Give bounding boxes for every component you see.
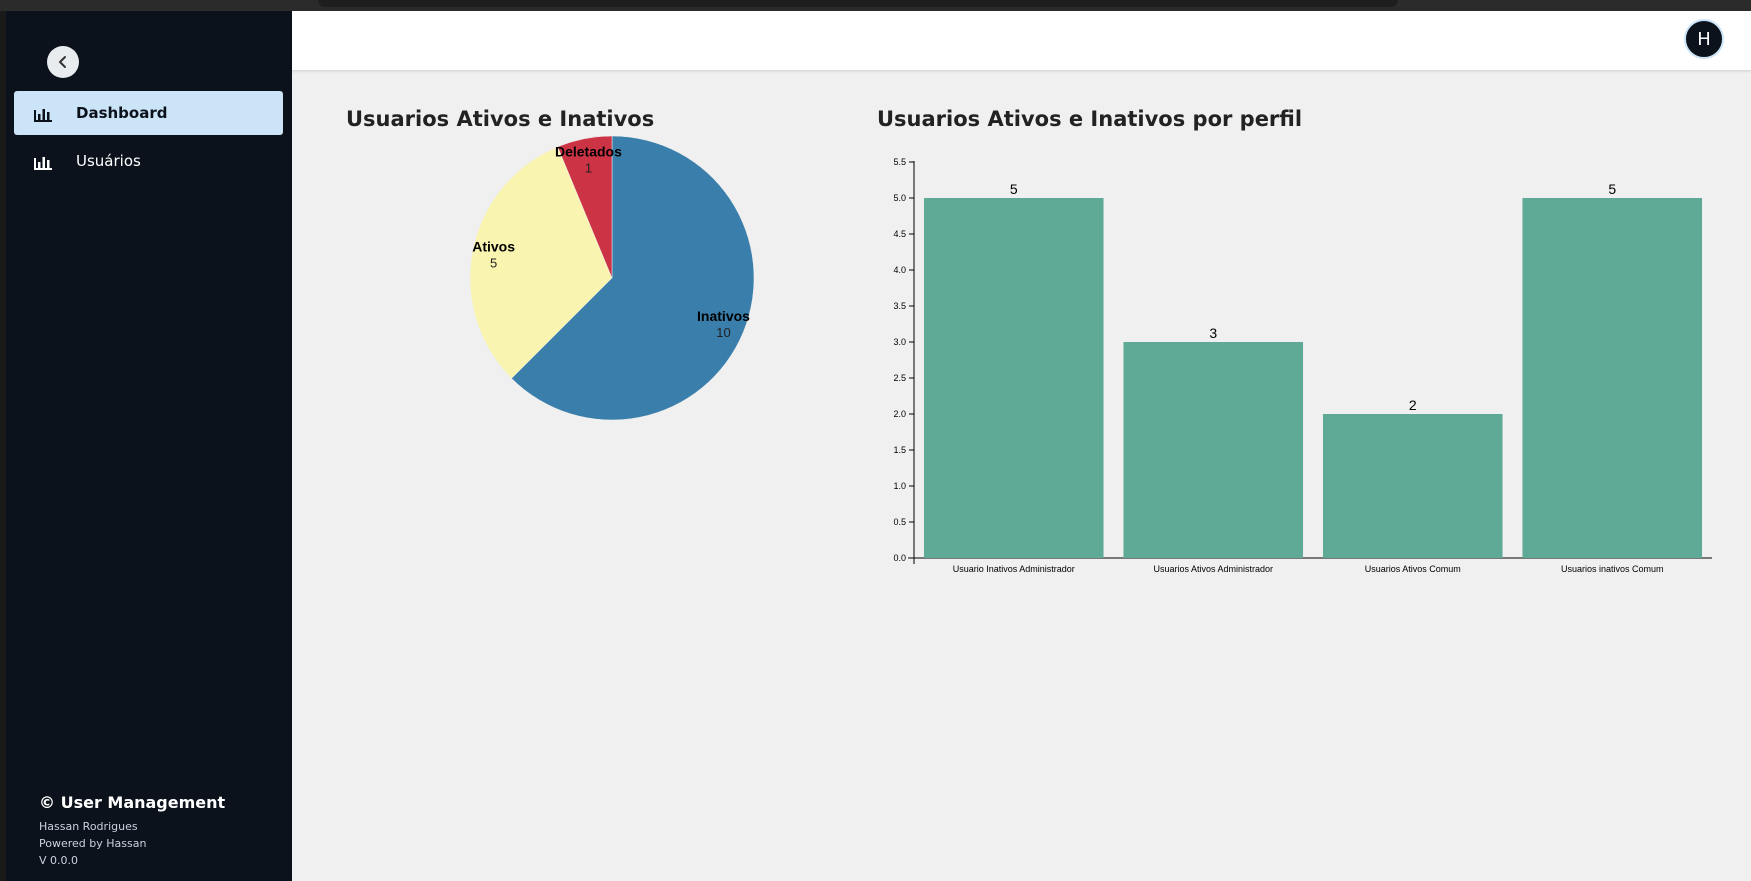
x-tick-label: Usuarios Ativos Comum [1365,564,1461,574]
collapse-sidebar-button[interactable] [47,46,79,78]
sidebar-footer: © User Management Hassan Rodrigues Power… [39,793,225,869]
user-avatar[interactable]: H [1684,19,1724,59]
footer-brand: © User Management [39,793,226,812]
footer-author: Hassan Rodrigues [39,820,138,833]
x-tick-label: Usuarios inativos Comum [1561,564,1664,574]
pie-label-inativos: Inativos [697,308,750,324]
y-tick-label: 3.5 [893,301,906,311]
footer-version: V 0.0.0 [39,854,79,867]
bar[interactable] [1322,414,1503,558]
y-tick-label: 1.0 [893,481,906,491]
bar[interactable] [1522,198,1703,558]
y-tick-label: 3.0 [893,337,906,347]
chevron-left-icon [59,56,66,68]
pie-chart-title: Usuarios Ativos e Inativos [346,107,655,131]
footer-powered: Powered by Hassan [39,837,147,850]
sidebar-item-label: Dashboard [76,104,168,122]
y-tick-label: 4.0 [893,265,906,275]
y-tick-label: 0.5 [893,517,906,527]
x-tick-label: Usuarios Ativos Administrador [1153,564,1273,574]
y-tick-label: 1.5 [893,445,906,455]
pie-value-inativos: 10 [716,325,730,340]
y-tick-label: 5.5 [893,157,906,167]
y-tick-label: 5.0 [893,193,906,203]
pie-label-ativos: Ativos [472,238,515,254]
window-top-strip [0,0,1751,11]
sidebar-item-usuarios[interactable]: Usuários [14,139,283,183]
pie-value-deletados: 1 [585,161,592,176]
bar-value-label: 2 [1409,397,1417,413]
bar-chart-icon [34,104,54,122]
bar-value-label: 5 [1608,181,1616,197]
y-tick-label: 0.0 [893,553,906,563]
x-tick-label: Usuario Inativos Administrador [953,564,1075,574]
window-tab-bar [318,0,1398,7]
y-tick-label: 2.5 [893,373,906,383]
bar-value-label: 3 [1209,325,1217,341]
y-tick-label: 4.5 [893,229,906,239]
bar-chart-icon [34,152,54,170]
bar[interactable] [923,198,1104,558]
sidebar: Dashboard Usuários © User Management Has… [6,11,292,881]
bar-chart-title: Usuarios Ativos e Inativos por perfil [877,107,1303,131]
bar-chart: 0.0 0.5 1.0 1.5 2.0 2.5 3.0 3.5 4.0 4.5 5.0 5.5 5 Usu… [893,157,1712,574]
top-header: H [292,11,1751,70]
bar-value-label: 5 [1010,181,1018,197]
bar[interactable] [1123,342,1304,558]
pie-value-ativos: 5 [490,255,497,270]
pie-chart: Inativos10 Ativos5 Deletados1 [469,135,755,421]
sidebar-item-label: Usuários [76,152,141,170]
sidebar-item-dashboard[interactable]: Dashboard [14,91,283,135]
pie-label-deletados: Deletados [555,144,622,160]
y-tick-label: 2.0 [893,409,906,419]
